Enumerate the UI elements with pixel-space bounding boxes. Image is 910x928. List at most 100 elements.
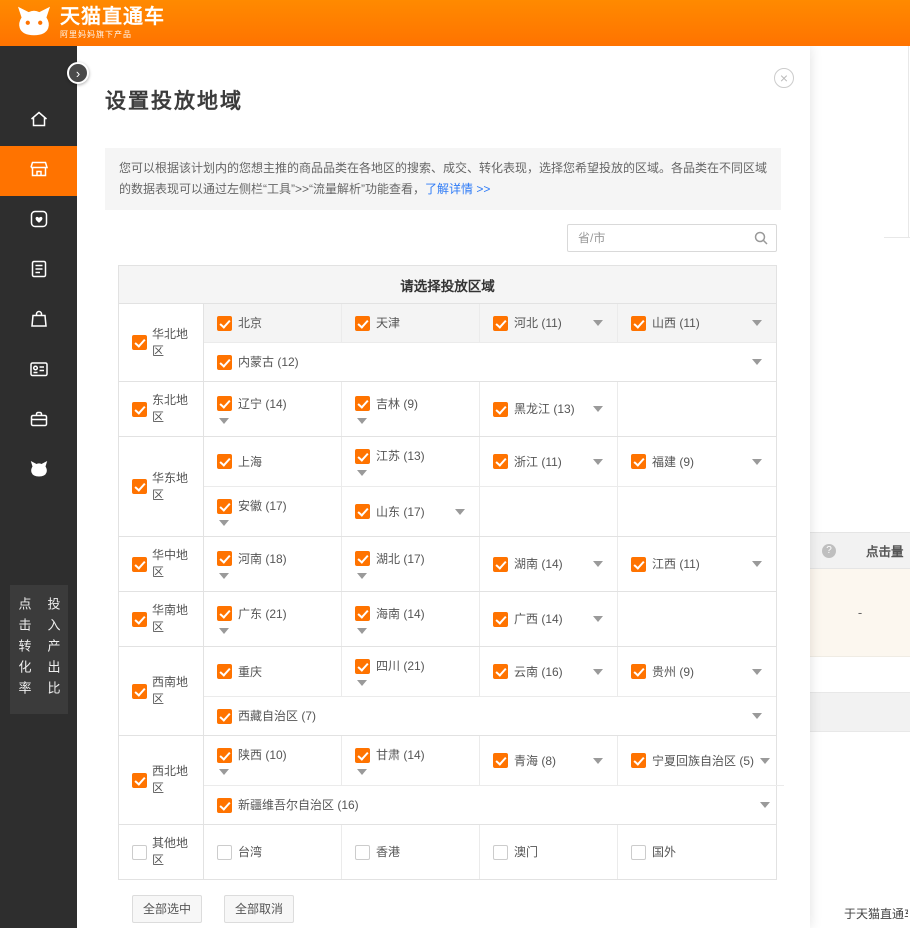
dropdown-arrow-icon[interactable] (760, 758, 770, 764)
province-cell[interactable]: 内蒙古 (12) (204, 343, 776, 381)
region-label[interactable]: 华北地区 (152, 326, 192, 360)
province-cell[interactable]: 福建 (9) (618, 437, 776, 486)
province-cell[interactable]: 西藏自治区 (7) (204, 697, 776, 735)
region-checkbox[interactable] (132, 335, 147, 350)
province-checkbox[interactable] (217, 355, 232, 370)
province-checkbox[interactable] (631, 753, 646, 768)
province-cell[interactable]: 上海 (204, 437, 342, 486)
province-cell[interactable]: 台湾 (204, 825, 342, 879)
province-cell[interactable]: 海南 (14) (342, 592, 480, 646)
province-checkbox[interactable] (355, 449, 370, 464)
sidebar-item-tmall[interactable] (0, 446, 77, 496)
dropdown-arrow-icon[interactable] (357, 769, 367, 775)
sidebar-item-store[interactable] (0, 146, 77, 196)
region-checkbox[interactable] (132, 773, 147, 788)
province-checkbox[interactable] (217, 606, 232, 621)
province-cell[interactable]: 国外 (618, 825, 776, 879)
province-checkbox[interactable] (493, 612, 508, 627)
province-checkbox[interactable] (355, 659, 370, 674)
province-cell[interactable]: 宁夏回族自治区 (5) (618, 736, 784, 785)
province-cell[interactable]: 贵州 (9) (618, 647, 776, 696)
province-cell[interactable]: 河北 (11) (480, 304, 618, 342)
province-checkbox[interactable] (493, 557, 508, 572)
dropdown-arrow-icon[interactable] (219, 573, 229, 579)
dropdown-arrow-icon[interactable] (219, 418, 229, 424)
sidebar-collapse-button[interactable]: › (67, 62, 89, 84)
province-checkbox[interactable] (631, 454, 646, 469)
sidebar-metrics-box[interactable]: 点击转化率 投入产出比 (10, 585, 68, 714)
dropdown-arrow-icon[interactable] (752, 669, 762, 675)
province-cell[interactable]: 新疆维吾尔自治区 (16) (204, 786, 784, 824)
province-checkbox[interactable] (217, 798, 232, 813)
dropdown-arrow-icon[interactable] (593, 561, 603, 567)
dropdown-arrow-icon[interactable] (752, 359, 762, 365)
province-cell[interactable]: 河南 (18) (204, 537, 342, 591)
province-checkbox[interactable] (355, 551, 370, 566)
province-cell[interactable]: 山东 (17) (342, 487, 480, 536)
province-cell[interactable]: 广西 (14) (480, 592, 618, 646)
region-label[interactable]: 华南地区 (152, 602, 192, 636)
dropdown-arrow-icon[interactable] (357, 628, 367, 634)
region-label[interactable]: 华东地区 (152, 470, 192, 504)
province-cell[interactable]: 山西 (11) (618, 304, 776, 342)
dropdown-arrow-icon[interactable] (752, 561, 762, 567)
dropdown-arrow-icon[interactable] (219, 520, 229, 526)
province-checkbox[interactable] (217, 845, 232, 860)
dropdown-arrow-icon[interactable] (593, 758, 603, 764)
region-checkbox[interactable] (132, 684, 147, 699)
province-checkbox[interactable] (355, 606, 370, 621)
region-label[interactable]: 其他地区 (152, 835, 192, 869)
province-cell[interactable]: 吉林 (9) (342, 382, 480, 436)
province-checkbox[interactable] (217, 396, 232, 411)
province-cell[interactable]: 黑龙江 (13) (480, 382, 618, 436)
province-cell[interactable]: 安徽 (17) (204, 487, 342, 536)
dropdown-arrow-icon[interactable] (760, 802, 770, 808)
province-checkbox[interactable] (493, 845, 508, 860)
province-checkbox[interactable] (355, 316, 370, 331)
region-checkbox[interactable] (132, 612, 147, 627)
province-checkbox[interactable] (355, 748, 370, 763)
dropdown-arrow-icon[interactable] (593, 616, 603, 622)
province-cell[interactable]: 江苏 (13) (342, 437, 480, 486)
province-cell[interactable]: 青海 (8) (480, 736, 618, 785)
province-checkbox[interactable] (493, 402, 508, 417)
province-checkbox[interactable] (631, 557, 646, 572)
region-label[interactable]: 西南地区 (152, 674, 192, 708)
region-label[interactable]: 东北地区 (152, 392, 192, 426)
province-checkbox[interactable] (493, 664, 508, 679)
region-checkbox[interactable] (132, 479, 147, 494)
province-checkbox[interactable] (217, 316, 232, 331)
sidebar-item-report[interactable] (0, 246, 77, 296)
sidebar-item-favorites[interactable] (0, 196, 77, 246)
learn-more-link[interactable]: 了解详情 >> (425, 182, 490, 196)
sidebar-item-home[interactable] (0, 96, 77, 146)
dropdown-arrow-icon[interactable] (752, 713, 762, 719)
province-checkbox[interactable] (631, 316, 646, 331)
province-checkbox[interactable] (355, 504, 370, 519)
province-cell[interactable]: 北京 (204, 304, 342, 342)
province-checkbox[interactable] (355, 845, 370, 860)
province-cell[interactable]: 湖北 (17) (342, 537, 480, 591)
dropdown-arrow-icon[interactable] (752, 459, 762, 465)
province-checkbox[interactable] (631, 664, 646, 679)
province-checkbox[interactable] (493, 454, 508, 469)
province-cell[interactable]: 广东 (21) (204, 592, 342, 646)
sidebar-item-account[interactable] (0, 346, 77, 396)
dropdown-arrow-icon[interactable] (357, 573, 367, 579)
sidebar-item-tools[interactable] (0, 396, 77, 446)
province-cell[interactable]: 甘肃 (14) (342, 736, 480, 785)
dropdown-arrow-icon[interactable] (593, 320, 603, 326)
province-checkbox[interactable] (493, 316, 508, 331)
province-cell[interactable]: 云南 (16) (480, 647, 618, 696)
close-icon[interactable] (774, 68, 794, 88)
province-checkbox[interactable] (217, 748, 232, 763)
region-checkbox[interactable] (132, 557, 147, 572)
province-cell[interactable]: 陕西 (10) (204, 736, 342, 785)
province-cell[interactable]: 湖南 (14) (480, 537, 618, 591)
dropdown-arrow-icon[interactable] (357, 418, 367, 424)
province-cell[interactable]: 重庆 (204, 647, 342, 696)
select-all-button[interactable]: 全部选中 (132, 895, 202, 923)
dropdown-arrow-icon[interactable] (219, 769, 229, 775)
dropdown-arrow-icon[interactable] (357, 680, 367, 686)
province-checkbox[interactable] (217, 664, 232, 679)
